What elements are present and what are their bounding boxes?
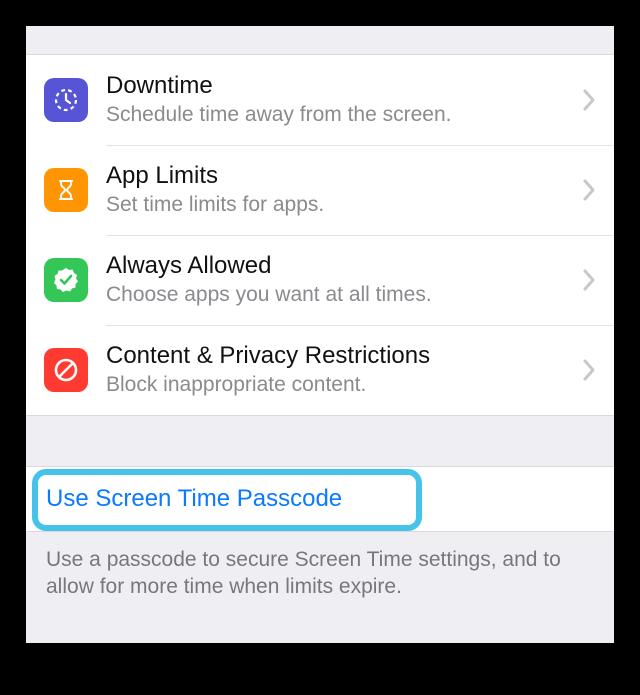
row-downtime[interactable]: Downtime Schedule time away from the scr…	[26, 55, 614, 145]
no-symbol-icon	[44, 348, 88, 392]
chevron-right-icon	[582, 178, 596, 202]
hourglass-icon	[44, 168, 88, 212]
downtime-icon	[44, 78, 88, 122]
row-text: Always Allowed Choose apps you want at a…	[106, 251, 574, 308]
row-subtitle: Choose apps you want at all times.	[106, 282, 574, 308]
row-title: Downtime	[106, 71, 574, 101]
row-subtitle: Schedule time away from the screen.	[106, 102, 574, 128]
row-title: Always Allowed	[106, 251, 574, 281]
chevron-right-icon	[582, 358, 596, 382]
row-app-limits[interactable]: App Limits Set time limits for apps.	[26, 145, 614, 235]
row-text: App Limits Set time limits for apps.	[106, 161, 574, 218]
settings-group: Downtime Schedule time away from the scr…	[26, 54, 614, 416]
row-content-privacy[interactable]: Content & Privacy Restrictions Block ina…	[26, 325, 614, 415]
chevron-right-icon	[582, 88, 596, 112]
settings-screen: Downtime Schedule time away from the scr…	[26, 26, 614, 643]
use-screen-time-passcode-button[interactable]: Use Screen Time Passcode	[26, 467, 614, 531]
row-title: App Limits	[106, 161, 574, 191]
row-title: Content & Privacy Restrictions	[106, 341, 574, 371]
check-seal-icon	[44, 258, 88, 302]
row-always-allowed[interactable]: Always Allowed Choose apps you want at a…	[26, 235, 614, 325]
passcode-label: Use Screen Time Passcode	[46, 485, 342, 513]
footer-description: Use a passcode to secure Screen Time set…	[26, 532, 614, 601]
row-text: Content & Privacy Restrictions Block ina…	[106, 341, 574, 398]
row-text: Downtime Schedule time away from the scr…	[106, 71, 574, 128]
row-subtitle: Block inappropriate content.	[106, 372, 574, 398]
passcode-group: Use Screen Time Passcode	[26, 466, 614, 532]
chevron-right-icon	[582, 268, 596, 292]
row-subtitle: Set time limits for apps.	[106, 192, 574, 218]
